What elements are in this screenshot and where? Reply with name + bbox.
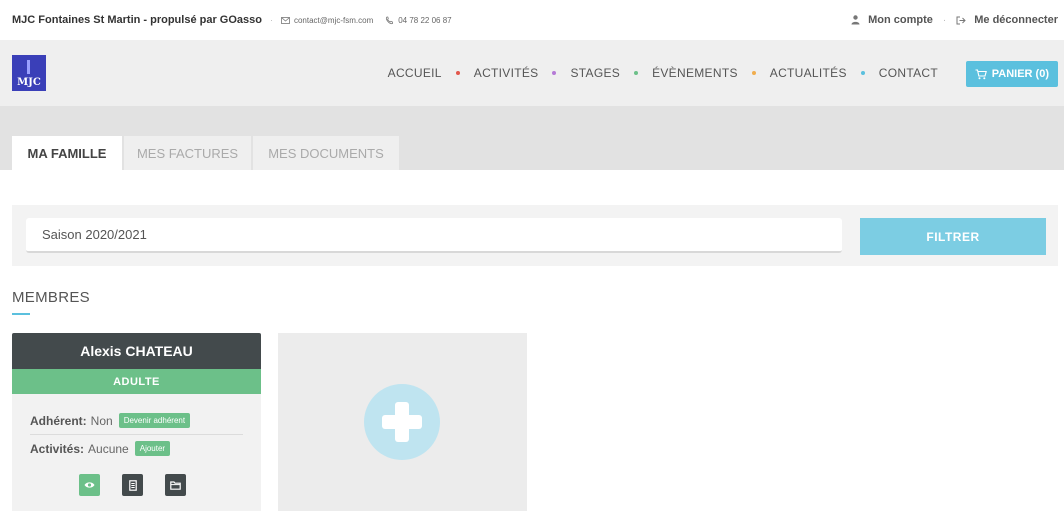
nav-separator-dot bbox=[455, 71, 460, 75]
add-member-card[interactable] bbox=[278, 333, 527, 511]
sign-out-icon bbox=[956, 16, 966, 24]
document-icon bbox=[128, 479, 137, 491]
contact-email-text: contact@mjc-fsm.com bbox=[293, 15, 374, 25]
member-actions bbox=[79, 474, 208, 496]
member-name: Alexis CHATEAU bbox=[12, 333, 261, 369]
become-member-button[interactable]: Devenir adhérent bbox=[118, 413, 191, 428]
adherent-value: Non bbox=[90, 413, 113, 428]
separator: · bbox=[942, 14, 947, 26]
activities-value: Aucune bbox=[88, 441, 129, 456]
view-button[interactable] bbox=[79, 474, 100, 496]
logo-text: MJC bbox=[17, 77, 41, 88]
separator: · bbox=[269, 15, 273, 25]
account-link-label: Mon compte bbox=[868, 14, 933, 26]
members-heading: MEMBRES bbox=[12, 289, 90, 306]
nav-separator-dot bbox=[552, 71, 557, 75]
season-select[interactable]: Saison 2020/2021 bbox=[26, 218, 842, 253]
user-icon bbox=[851, 15, 860, 25]
nav-separator-dot bbox=[751, 71, 756, 75]
nav-menu: ACCUEIL ACTIVITÉS STAGES ÉVÈNEMENTS ACTU… bbox=[388, 40, 938, 106]
nav-item-stages[interactable]: STAGES bbox=[570, 66, 620, 80]
adherent-label: Adhérent: bbox=[30, 413, 87, 428]
main-navbar: MJC ACCUEIL ACTIVITÉS STAGES ÉVÈNEMENTS … bbox=[0, 40, 1064, 106]
plus-bar bbox=[395, 402, 409, 442]
nav-item-accueil[interactable]: ACCUEIL bbox=[388, 66, 442, 80]
adherent-row: Adhérent: Non Devenir adhérent bbox=[30, 413, 191, 428]
divider bbox=[30, 434, 243, 435]
member-type-badge: ADULTE bbox=[12, 369, 261, 394]
season-filter-panel: Saison 2020/2021 FILTRER bbox=[12, 205, 1058, 266]
account-link[interactable]: Mon compte bbox=[851, 14, 933, 26]
contact-phone[interactable]: 04 78 22 06 87 bbox=[385, 15, 452, 25]
contact-email[interactable]: contact@mjc-fsm.com bbox=[281, 16, 373, 25]
folder-button[interactable] bbox=[165, 474, 186, 496]
logo-stripe bbox=[27, 60, 30, 74]
nav-item-activites[interactable]: ACTIVITÉS bbox=[474, 66, 539, 80]
tabs-band: MA FAMILLE MES FACTURES MES DOCUMENTS bbox=[0, 106, 1064, 170]
member-card: Alexis CHATEAU ADULTE Adhérent: Non Deve… bbox=[12, 333, 261, 511]
tab-label: MA FAMILLE bbox=[27, 145, 107, 161]
envelope-icon bbox=[281, 16, 290, 24]
nav-item-contact[interactable]: CONTACT bbox=[879, 66, 938, 80]
logout-link[interactable]: Me déconnecter bbox=[956, 14, 1058, 26]
plus-icon bbox=[364, 384, 440, 460]
tab-label: MES FACTURES bbox=[136, 145, 239, 161]
cart-button[interactable]: PANIER (0) bbox=[965, 61, 1058, 87]
document-button[interactable] bbox=[122, 474, 143, 496]
nav-separator-dot bbox=[634, 71, 639, 75]
nav-item-evenements[interactable]: ÉVÈNEMENTS bbox=[652, 66, 738, 80]
tab-ma-famille[interactable]: MA FAMILLE bbox=[12, 136, 122, 170]
season-select-value: Saison 2020/2021 bbox=[42, 227, 147, 242]
folder-icon bbox=[170, 480, 181, 490]
eye-icon bbox=[84, 482, 95, 488]
nav-separator-dot bbox=[860, 71, 865, 75]
activities-row: Activités: Aucune Ajouter bbox=[30, 441, 171, 456]
cart-button-label: PANIER (0) bbox=[991, 68, 1049, 80]
tab-label: MES DOCUMENTS bbox=[268, 145, 384, 161]
mjc-logo[interactable]: MJC bbox=[12, 55, 46, 91]
logout-link-label: Me déconnecter bbox=[974, 14, 1058, 26]
tab-mes-factures[interactable]: MES FACTURES bbox=[124, 136, 251, 170]
tab-mes-documents[interactable]: MES DOCUMENTS bbox=[253, 136, 399, 170]
filter-button-label: FILTRER bbox=[926, 229, 980, 244]
top-info-bar: MJC Fontaines St Martin - propulsé par G… bbox=[0, 0, 1064, 40]
filter-button[interactable]: FILTRER bbox=[860, 218, 1046, 255]
add-activity-button[interactable]: Ajouter bbox=[134, 441, 171, 456]
phone-icon bbox=[386, 16, 394, 24]
nav-item-actualites[interactable]: ACTUALITÉS bbox=[770, 66, 847, 80]
cart-icon bbox=[975, 68, 987, 79]
site-name: MJC Fontaines St Martin - propulsé par G… bbox=[12, 14, 262, 26]
activities-label: Activités: bbox=[30, 441, 85, 456]
heading-underline bbox=[12, 313, 30, 315]
contact-phone-text: 04 78 22 06 87 bbox=[398, 15, 452, 25]
